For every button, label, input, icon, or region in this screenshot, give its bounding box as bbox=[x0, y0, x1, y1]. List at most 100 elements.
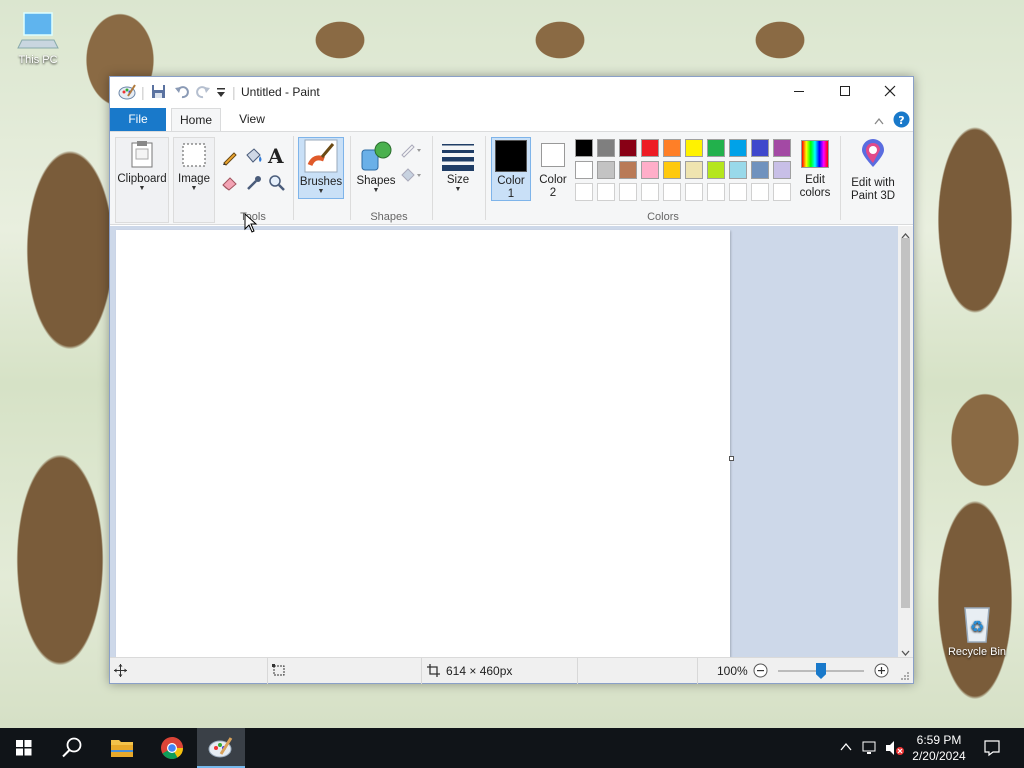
minimize-button[interactable] bbox=[776, 77, 822, 107]
collapse-ribbon-icon[interactable] bbox=[874, 114, 884, 128]
tab-view[interactable]: View bbox=[228, 108, 276, 131]
network-icon[interactable] bbox=[862, 740, 878, 759]
palette-swatch[interactable] bbox=[663, 161, 681, 179]
palette-swatch[interactable] bbox=[575, 161, 593, 179]
zoom-out-button[interactable] bbox=[753, 663, 768, 681]
palette-swatch[interactable] bbox=[729, 139, 747, 157]
custom-color-slot[interactable] bbox=[663, 183, 681, 201]
canvas-size-segment: 614 × 460px bbox=[422, 658, 578, 684]
zoom-slider-thumb[interactable] bbox=[816, 663, 826, 679]
drawing-canvas[interactable] bbox=[116, 230, 730, 657]
vertical-scrollbar[interactable] bbox=[898, 226, 913, 657]
palette-swatch[interactable] bbox=[619, 161, 637, 179]
palette-swatch[interactable] bbox=[773, 161, 791, 179]
edit-colors-button[interactable]: Edit colors bbox=[798, 137, 832, 201]
canvas-resize-handle-right[interactable] bbox=[729, 456, 734, 461]
eraser-icon[interactable] bbox=[221, 175, 239, 194]
palette-swatch[interactable] bbox=[619, 139, 637, 157]
taskbar-paint[interactable] bbox=[197, 728, 245, 768]
edit-with-paint3d-button[interactable]: Edit with Paint 3D bbox=[845, 137, 901, 202]
pencil-icon[interactable] bbox=[221, 148, 239, 169]
file-size-segment bbox=[578, 658, 698, 684]
color1-label-num: 1 bbox=[507, 188, 515, 200]
start-button[interactable] bbox=[0, 728, 48, 768]
help-icon[interactable]: ? bbox=[893, 111, 910, 131]
clipboard-button[interactable]: Clipboard ▼ bbox=[115, 137, 169, 223]
chevron-down-icon: ▼ bbox=[190, 185, 198, 192]
search-button[interactable] bbox=[48, 728, 96, 768]
clock-time: 6:59 PM bbox=[916, 733, 962, 747]
color2-label: Color bbox=[539, 174, 567, 186]
palette-swatch[interactable] bbox=[773, 139, 791, 157]
palette-swatch[interactable] bbox=[707, 139, 725, 157]
custom-color-slot[interactable] bbox=[685, 183, 703, 201]
selection-size-segment bbox=[268, 658, 422, 684]
magnifier-icon[interactable] bbox=[268, 174, 286, 195]
color-picker-icon[interactable] bbox=[245, 174, 263, 195]
color-palette bbox=[575, 139, 795, 205]
clock[interactable]: 6:59 PM 2/20/2024 bbox=[908, 732, 970, 764]
color2-label-num: 2 bbox=[549, 187, 557, 199]
color2-button[interactable]: Color 2 bbox=[534, 137, 572, 201]
custom-color-slot[interactable] bbox=[619, 183, 637, 201]
custom-color-slot[interactable] bbox=[707, 183, 725, 201]
palette-swatch[interactable] bbox=[685, 161, 703, 179]
customize-qat-icon[interactable] bbox=[216, 86, 226, 102]
desktop-icon-recycle-bin[interactable]: ♻ Recycle Bin bbox=[942, 602, 1012, 658]
selection-icon bbox=[272, 664, 286, 680]
show-hidden-icons-icon[interactable] bbox=[839, 740, 853, 757]
color1-button[interactable]: Color 1 bbox=[491, 137, 531, 201]
color1-swatch bbox=[495, 140, 527, 172]
svg-text:♻: ♻ bbox=[970, 617, 984, 636]
tab-file[interactable]: File bbox=[110, 108, 166, 131]
brushes-button[interactable]: Brushes ▼ bbox=[298, 137, 344, 199]
custom-color-slot[interactable] bbox=[729, 183, 747, 201]
palette-swatch[interactable] bbox=[685, 139, 703, 157]
paint-window: | | Untitled - Paint File Home View ? Cl… bbox=[109, 76, 914, 684]
recycle-bin-icon: ♻ bbox=[955, 602, 999, 643]
computer-icon bbox=[16, 10, 60, 50]
volume-muted-icon[interactable] bbox=[885, 740, 905, 759]
palette-swatch[interactable] bbox=[663, 139, 681, 157]
outline-icon[interactable] bbox=[399, 142, 423, 161]
undo-icon[interactable] bbox=[174, 84, 190, 100]
size-button[interactable]: Size ▼ bbox=[437, 137, 479, 199]
palette-swatch[interactable] bbox=[707, 161, 725, 179]
custom-color-slot[interactable] bbox=[575, 183, 593, 201]
zoom-in-button[interactable] bbox=[874, 663, 889, 681]
shapes-button[interactable]: Shapes ▼ bbox=[354, 137, 398, 199]
folder-icon bbox=[111, 740, 133, 757]
maximize-button[interactable] bbox=[822, 77, 868, 107]
custom-color-slot[interactable] bbox=[773, 183, 791, 201]
palette-swatch[interactable] bbox=[751, 139, 769, 157]
paint-app-icon[interactable] bbox=[118, 83, 136, 100]
custom-color-slot[interactable] bbox=[641, 183, 659, 201]
palette-swatch[interactable] bbox=[751, 161, 769, 179]
desktop-icon-this-pc[interactable]: This PC bbox=[6, 10, 70, 66]
window-title: Untitled - Paint bbox=[241, 85, 320, 99]
taskbar-chrome[interactable] bbox=[148, 728, 196, 768]
palette-swatch[interactable] bbox=[729, 161, 747, 179]
resize-grip-icon[interactable] bbox=[900, 670, 910, 684]
palette-swatch[interactable] bbox=[575, 139, 593, 157]
fill-icon[interactable] bbox=[244, 147, 264, 168]
custom-color-slot[interactable] bbox=[597, 183, 615, 201]
shape-fill-icon[interactable] bbox=[399, 167, 423, 186]
title-bar[interactable]: | | Untitled - Paint bbox=[110, 77, 913, 107]
tab-home[interactable]: Home bbox=[171, 108, 221, 131]
action-center-icon[interactable] bbox=[983, 739, 1001, 760]
palette-swatch[interactable] bbox=[597, 139, 615, 157]
save-icon[interactable] bbox=[151, 84, 166, 100]
text-icon[interactable]: A bbox=[268, 144, 284, 168]
cursor-position-segment bbox=[110, 658, 268, 684]
taskbar-file-explorer[interactable] bbox=[98, 728, 146, 768]
palette-swatch[interactable] bbox=[597, 161, 615, 179]
palette-swatch[interactable] bbox=[641, 139, 659, 157]
zoom-level: 100% bbox=[717, 664, 748, 678]
redo-icon[interactable] bbox=[195, 84, 211, 100]
close-button[interactable] bbox=[867, 77, 913, 107]
image-button[interactable]: Image ▼ bbox=[173, 137, 215, 223]
palette-swatch[interactable] bbox=[641, 161, 659, 179]
custom-color-slot[interactable] bbox=[751, 183, 769, 201]
scrollbar-thumb[interactable] bbox=[901, 238, 910, 608]
